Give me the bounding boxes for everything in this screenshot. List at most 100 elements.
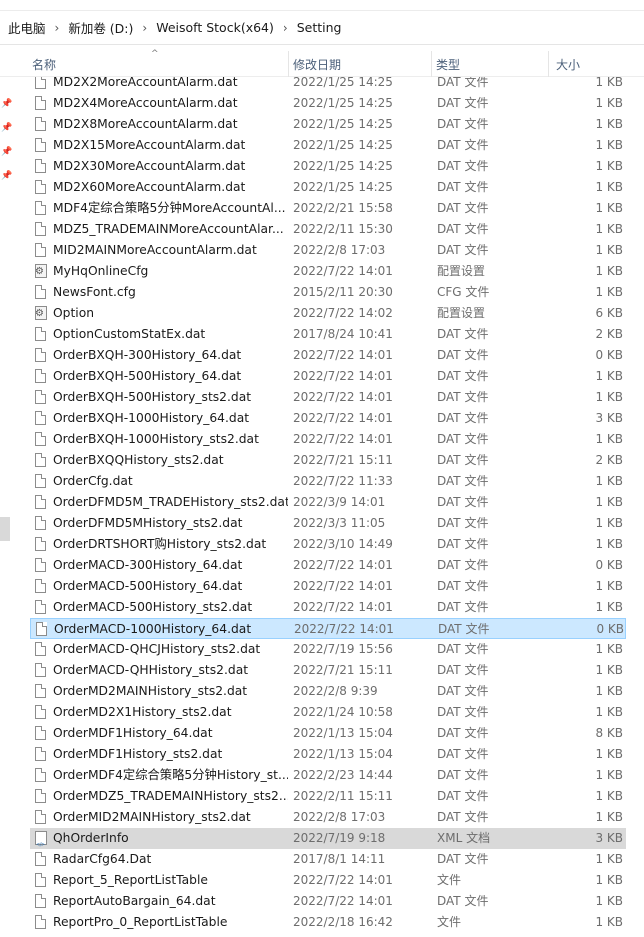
file-row[interactable]: OrderDFMD5MHistory_sts2.dat 2022/3/3 11:0… — [30, 513, 626, 534]
file-row[interactable]: OrderBXQH-1000History_64.dat 2022/7/22 14… — [30, 408, 626, 429]
file-name[interactable]: OrderMD2MAINHistory_sts2.dat — [53, 681, 288, 702]
file-row[interactable]: NewsFont.cfg 2015/2/11 20:30 CFG 文件 1 KB — [30, 282, 626, 303]
file-name[interactable]: OrderBXQH-500History_64.dat — [53, 366, 288, 387]
file-row[interactable]: Option 2022/7/22 14:02 配置设置 6 KB — [30, 303, 626, 324]
file-row[interactable]: OrderDRTSHORT购History_sts2.dat 2022/3/10 … — [30, 534, 626, 555]
breadcrumb-chevron-icon[interactable]: › — [278, 21, 293, 35]
breadcrumb-chevron-icon[interactable]: › — [50, 21, 65, 35]
file-name[interactable]: MD2X2MoreAccountAlarm.dat — [53, 77, 288, 93]
file-name[interactable]: OrderMACD-1000History_64.dat — [54, 619, 289, 640]
column-header-name[interactable]: 名称 — [30, 47, 289, 77]
file-name[interactable]: MD2X60MoreAccountAlarm.dat — [53, 177, 288, 198]
file-row[interactable]: ReportAutoBargain_64.dat 2022/7/22 14:01 D… — [30, 891, 626, 912]
column-header-size[interactable]: 大小 — [552, 47, 632, 77]
file-name[interactable]: OptionCustomStatEx.dat — [53, 324, 288, 345]
file-row[interactable]: OrderMACD-QHCJHistory_sts2.dat 2022/7/19 … — [30, 639, 626, 660]
breadcrumb-weisoft-stock[interactable]: Weisoft Stock(x64) — [152, 18, 278, 37]
file-name[interactable]: NewsFont.cfg — [53, 282, 288, 303]
file-name[interactable]: OrderMACD-500History_sts2.dat — [53, 597, 288, 618]
file-name[interactable]: OrderMACD-300History_64.dat — [53, 555, 288, 576]
file-row[interactable]: OrderMDF1History_sts2.dat 2022/1/13 15:04… — [30, 744, 626, 765]
file-icon-glyph — [35, 432, 46, 446]
file-name[interactable]: Option — [53, 303, 288, 324]
file-name[interactable]: OrderMDF1History_sts2.dat — [53, 744, 288, 765]
file-name[interactable]: OrderMDZ5_TRADEMAINHistory_sts2... — [53, 786, 288, 807]
file-name[interactable]: OrderBXQH-300History_64.dat — [53, 345, 288, 366]
breadcrumb: 此电脑 › 新加卷 (D:) › Weisoft Stock(x64) › Se… — [0, 11, 644, 45]
file-row[interactable]: OrderMACD-QHHistory_sts2.dat 2022/7/21 15… — [30, 660, 626, 681]
file-row[interactable]: MD2X30MoreAccountAlarm.dat 2022/1/25 14:2… — [30, 156, 626, 177]
file-name[interactable]: OrderMACD-500History_64.dat — [53, 576, 288, 597]
file-row[interactable]: MD2X60MoreAccountAlarm.dat 2022/1/25 14:2… — [30, 177, 626, 198]
file-name[interactable]: OrderMID2MAINHistory_sts2.dat — [53, 807, 288, 828]
breadcrumb-setting[interactable]: Setting — [293, 18, 346, 37]
file-row[interactable]: OrderBXQH-1000History_sts2.dat 2022/7/22 … — [30, 429, 626, 450]
breadcrumb-chevron-icon[interactable]: › — [137, 21, 152, 35]
file-row[interactable]: OrderMDF1History_64.dat 2022/1/13 15:04 DA… — [30, 723, 626, 744]
file-name[interactable]: OrderDFMD5M_TRADEHistory_sts2.dat — [53, 492, 288, 513]
file-name[interactable]: MyHqOnlineCfg — [53, 261, 288, 282]
file-row[interactable]: MD2X2MoreAccountAlarm.dat 2022/1/25 14:25… — [30, 77, 626, 93]
file-row[interactable]: MID2MAINMoreAccountAlarm.dat 2022/2/8 17:… — [30, 240, 626, 261]
file-row[interactable]: OrderMACD-300History_64.dat 2022/7/22 14:… — [30, 555, 626, 576]
breadcrumb-drive-d[interactable]: 新加卷 (D:) — [64, 16, 137, 39]
file-row[interactable]: OrderDFMD5M_TRADEHistory_sts2.dat 2022/3/… — [30, 492, 626, 513]
file-name[interactable]: Report_5_ReportListTable — [53, 870, 288, 891]
file-name[interactable]: OrderBXQH-500History_sts2.dat — [53, 387, 288, 408]
file-name[interactable]: OrderDRTSHORT购History_sts2.dat — [53, 534, 288, 555]
file-name[interactable]: OrderCfg.dat — [53, 471, 288, 492]
file-name[interactable]: ReportPro_0_ReportListTable — [53, 912, 288, 933]
file-name[interactable]: MD2X8MoreAccountAlarm.dat — [53, 114, 288, 135]
file-row[interactable]: QhOrderInfo 2022/7/19 9:18 XML 文档 3 KB — [30, 828, 626, 849]
file-row[interactable]: OrderMD2MAINHistory_sts2.dat 2022/2/8 9:3… — [30, 681, 626, 702]
file-row[interactable]: OrderCfg.dat 2022/7/22 11:33 DAT 文件 1 KB — [30, 471, 626, 492]
file-row[interactable]: ReportPro_0_ReportListTable 2022/2/18 16:… — [30, 912, 626, 933]
file-name[interactable]: OrderDFMD5MHistory_sts2.dat — [53, 513, 288, 534]
column-header-type-label: 类型 — [436, 58, 461, 72]
file-row[interactable]: Report_5_ReportListTable 2022/7/22 14:01 文… — [30, 870, 626, 891]
column-header-date[interactable]: 修改日期 — [289, 47, 432, 77]
file-name[interactable]: QhOrderInfo — [53, 828, 288, 849]
breadcrumb-this-pc[interactable]: 此电脑 — [4, 16, 50, 39]
file-row[interactable]: MDZ5_TRADEMAINMoreAccountAlar... 2022/2/1… — [30, 219, 626, 240]
file-row[interactable]: RadarCfg64.Dat 2017/8/1 14:11 DAT 文件 1 KB — [30, 849, 626, 870]
file-name[interactable]: MID2MAINMoreAccountAlarm.dat — [53, 240, 288, 261]
file-row[interactable]: OrderBXQQHistory_sts2.dat 2022/7/21 15:11… — [30, 450, 626, 471]
file-name[interactable]: OrderBXQQHistory_sts2.dat — [53, 450, 288, 471]
file-row[interactable]: OrderBXQH-500History_64.dat 2022/7/22 14:… — [30, 366, 626, 387]
file-name[interactable]: MDF4定综合策略5分钟MoreAccountAl... — [53, 198, 288, 219]
file-row[interactable]: MD2X4MoreAccountAlarm.dat 2022/1/25 14:25… — [30, 93, 626, 114]
file-row[interactable]: MyHqOnlineCfg 2022/7/22 14:01 配置设置 1 KB — [30, 261, 626, 282]
file-row[interactable]: MD2X8MoreAccountAlarm.dat 2022/1/25 14:25… — [30, 114, 626, 135]
file-name[interactable]: OrderMDF1History_64.dat — [53, 723, 288, 744]
file-name[interactable]: OrderMD2X1History_sts2.dat — [53, 702, 288, 723]
column-header-type[interactable]: 类型 — [432, 47, 549, 77]
file-icon-glyph — [35, 243, 46, 257]
file-row[interactable]: MDF4定综合策略5分钟MoreAccountAl... 2022/2/21 15… — [30, 198, 626, 219]
file-name[interactable]: OrderBXQH-1000History_sts2.dat — [53, 429, 288, 450]
file-row[interactable]: OrderBXQH-300History_64.dat 2022/7/22 14:… — [30, 345, 626, 366]
file-name[interactable]: MD2X4MoreAccountAlarm.dat — [53, 93, 288, 114]
column-divider[interactable] — [548, 51, 549, 77]
file-row[interactable]: OrderMID2MAINHistory_sts2.dat 2022/2/8 17… — [30, 807, 626, 828]
file-name[interactable]: OrderBXQH-1000History_64.dat — [53, 408, 288, 429]
file-row[interactable]: OrderMACD-1000History_64.dat 2022/7/22 14… — [30, 618, 626, 639]
file-name[interactable]: ReportAutoBargain_64.dat — [53, 891, 288, 912]
file-row[interactable]: OptionCustomStatEx.dat 2017/8/24 10:41 DAT… — [30, 324, 626, 345]
file-name[interactable]: MD2X30MoreAccountAlarm.dat — [53, 156, 288, 177]
file-name[interactable]: MD2X15MoreAccountAlarm.dat — [53, 135, 288, 156]
file-name[interactable]: OrderMDF4定综合策略5分钟History_st... — [53, 765, 288, 786]
file-name[interactable]: RadarCfg64.Dat — [53, 849, 288, 870]
file-row[interactable]: OrderMACD-500History_sts2.dat 2022/7/22 1… — [30, 597, 626, 618]
file-name[interactable]: OrderMACD-QHCJHistory_sts2.dat — [53, 639, 288, 660]
file-icon — [33, 723, 49, 744]
file-row[interactable]: MD2X15MoreAccountAlarm.dat 2022/1/25 14:2… — [30, 135, 626, 156]
file-row[interactable]: OrderMDF4定综合策略5分钟History_st... 2022/2/23 … — [30, 765, 626, 786]
file-size: 1 KB — [595, 705, 623, 719]
file-name[interactable]: MDZ5_TRADEMAINMoreAccountAlar... — [53, 219, 288, 240]
file-row[interactable]: OrderMDZ5_TRADEMAINHistory_sts2... 2022/2… — [30, 786, 626, 807]
file-name[interactable]: OrderMACD-QHHistory_sts2.dat — [53, 660, 288, 681]
file-row[interactable]: OrderMACD-500History_64.dat 2022/7/22 14:… — [30, 576, 626, 597]
file-row[interactable]: OrderBXQH-500History_sts2.dat 2022/7/22 1… — [30, 387, 626, 408]
file-row[interactable]: OrderMD2X1History_sts2.dat 2022/1/24 10:5… — [30, 702, 626, 723]
